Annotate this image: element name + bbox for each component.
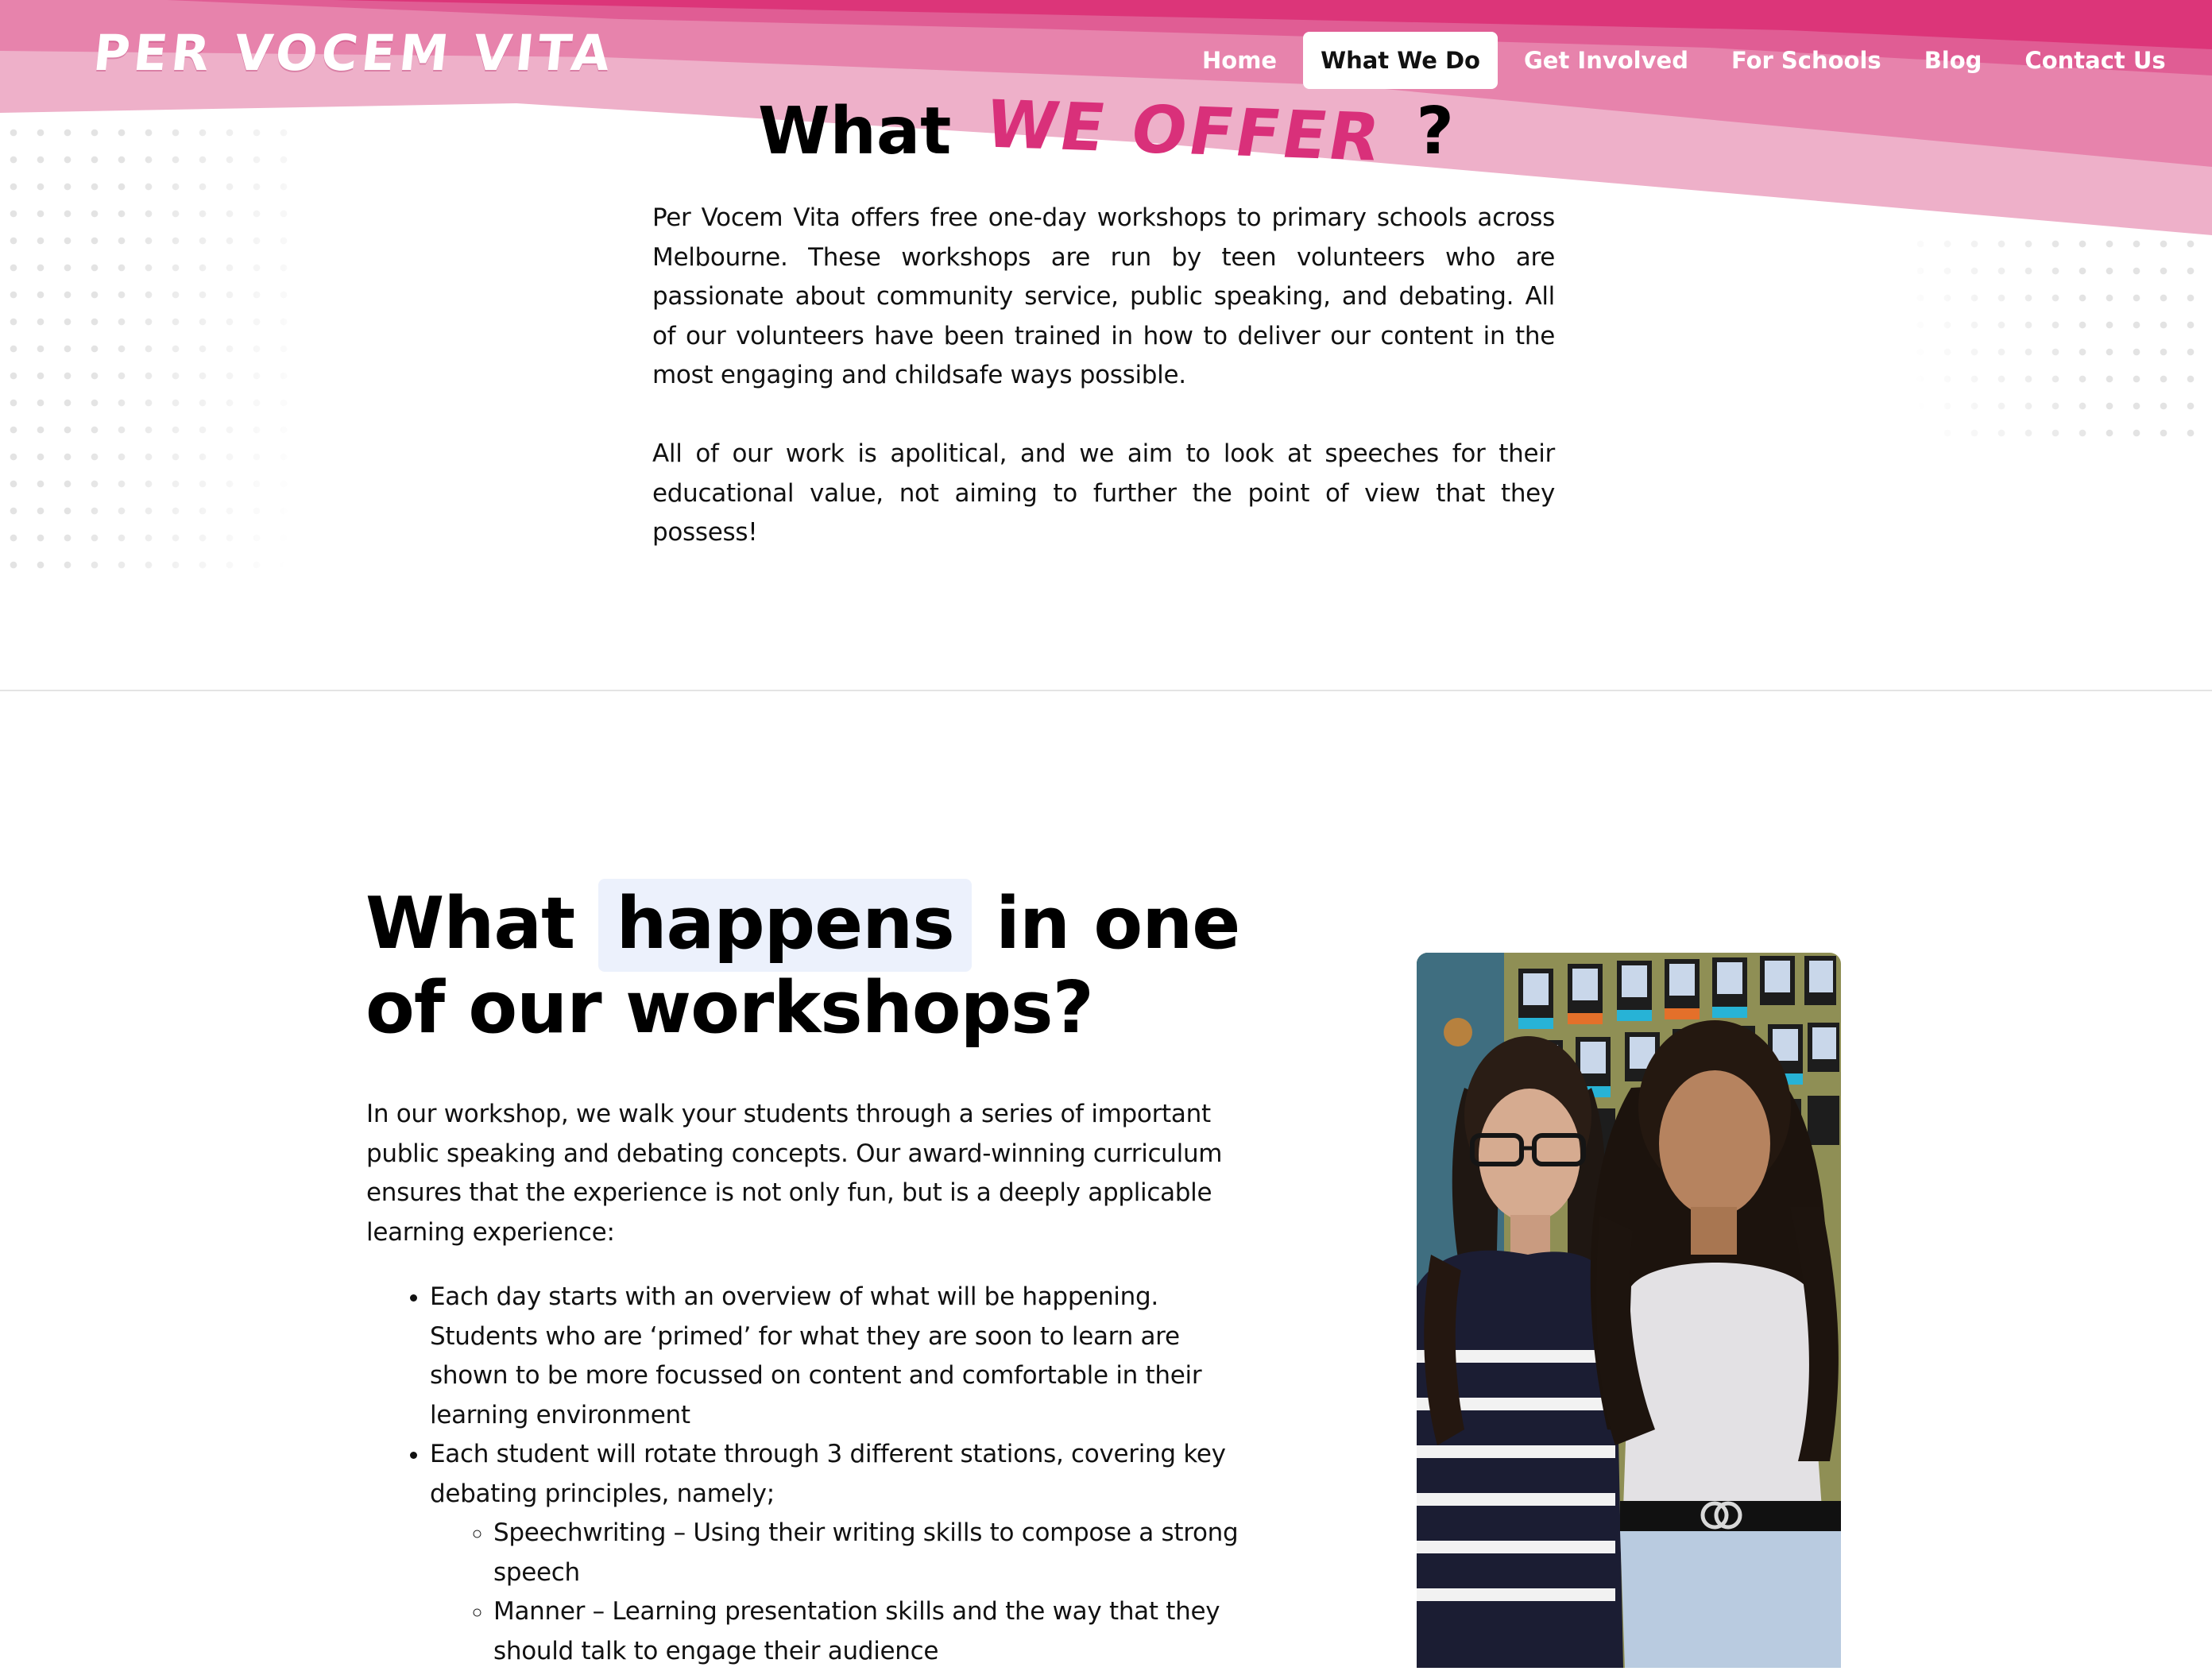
list-item-text: Each student will rotate through 3 diffe… — [430, 1440, 1226, 1508]
offer-heading: What WE OFFER ? — [0, 87, 2212, 176]
sub-list-item: Manner – Learning presentation skills an… — [493, 1592, 1256, 1671]
nav-home[interactable]: Home — [1181, 32, 1298, 89]
nav-contact-us[interactable]: Contact Us — [2003, 32, 2187, 89]
offer-heading-accent: WE OFFER — [979, 87, 1388, 176]
workshop-heading-prefix: What — [365, 882, 575, 965]
main-nav: Home What We Do Get Involved For Schools… — [1181, 32, 2187, 89]
workshop-bullet-list: Each day starts with an overview of what… — [366, 1278, 1256, 1671]
workshop-intro: In our workshop, we walk your students t… — [366, 1100, 1223, 1247]
workshop-heading: What happens in one of our workshops? — [365, 879, 1319, 1050]
sub-list-item-text: Speechwriting – Using their writing skil… — [493, 1518, 1239, 1587]
sub-list-item-text: Manner – Learning presentation skills an… — [493, 1597, 1220, 1665]
offer-heading-suffix: ? — [1416, 94, 1454, 169]
nav-blog[interactable]: Blog — [1903, 32, 2004, 89]
workshop-sub-list: Speechwriting – Using their writing skil… — [430, 1514, 1256, 1671]
offer-paragraph: All of our work is apolitical, and we ai… — [652, 439, 1555, 547]
dot-pattern-right — [1907, 230, 2212, 453]
list-item: Each student will rotate through 3 diffe… — [430, 1435, 1256, 1671]
list-item-text: Each day starts with an overview of what… — [430, 1282, 1202, 1429]
nav-get-involved[interactable]: Get Involved — [1502, 32, 1710, 89]
site-logo[interactable]: PER VOCEM VITA — [91, 24, 617, 82]
list-item: Each day starts with an overview of what… — [430, 1278, 1256, 1435]
sub-list-item: Speechwriting – Using their writing skil… — [493, 1514, 1256, 1592]
workshop-heading-highlight: happens — [598, 879, 972, 972]
nav-what-we-do[interactable]: What We Do — [1303, 32, 1498, 89]
section-divider — [0, 690, 2212, 691]
volunteers-photo — [1417, 953, 1841, 1668]
nav-for-schools[interactable]: For Schools — [1710, 32, 1903, 89]
offer-heading-prefix: What — [758, 94, 952, 169]
offer-body: Per Vocem Vita offers free one-day works… — [652, 199, 1555, 592]
